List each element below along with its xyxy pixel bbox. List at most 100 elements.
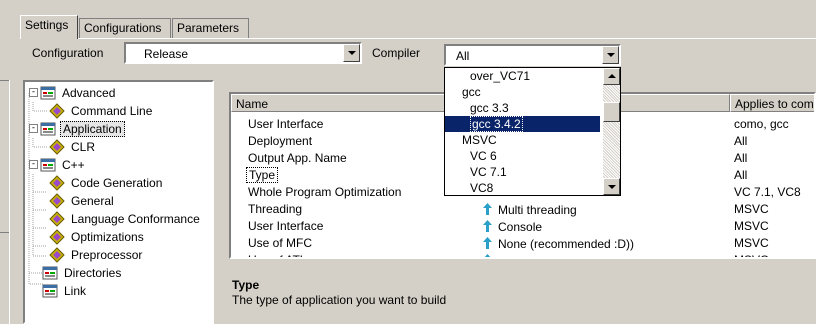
property-row[interactable]: User Interface Console MSVC [231, 218, 814, 235]
scroll-up-button[interactable] [603, 68, 620, 85]
compiler-option-label: over_VC71 [470, 69, 531, 83]
dropdown-scrollbar[interactable] [603, 68, 620, 195]
tree-item-label: Optimizations [71, 230, 144, 244]
tree-item-label: Code Generation [71, 176, 163, 190]
tab-parameters[interactable]: Parameters [172, 18, 249, 38]
property-applies-to: All [734, 134, 748, 148]
compiler-dropdown-list[interactable]: over_VC71gcc gcc 3.3 gcc 3.4.2 MSVC VC 6 VC 7… [444, 67, 621, 196]
compiler-option-label: MSVC [462, 133, 497, 147]
chevron-down-icon [348, 51, 356, 55]
settings-group-icon [40, 122, 56, 136]
compiler-option-label: gcc [462, 85, 481, 99]
compiler-option-label: VC 7.1 [470, 165, 507, 179]
left-panel-edge [0, 80, 9, 81]
chevron-down-icon [607, 53, 615, 57]
collapse-icon[interactable]: - [29, 124, 38, 133]
property-applies-to: VC 7.1, VC8 [734, 185, 801, 199]
configuration-label: Configuration [32, 46, 104, 60]
property-page-icon [49, 247, 65, 263]
tree-item-label: Preprocessor [71, 248, 143, 262]
scroll-down-button[interactable] [603, 178, 620, 195]
left-panel-edge-vertical [9, 80, 10, 324]
tree-item-cpp[interactable]: - C++ [29, 156, 209, 174]
compiler-option[interactable]: gcc 3.4.2 [445, 116, 600, 132]
tree-item-directories[interactable]: Directories [40, 264, 205, 282]
property-name: Threading [248, 202, 303, 216]
settings-group-icon [42, 284, 58, 298]
settings-tree[interactable]: - Advanced Command Line - Application CL… [23, 80, 214, 324]
property-page-icon [49, 229, 65, 245]
property-applies-to: como, gcc [734, 117, 789, 131]
property-name: Type [246, 167, 279, 183]
compiler-option[interactable]: over_VC71 [445, 68, 600, 84]
property-value-text: Multi threading [498, 203, 577, 217]
compiler-dropdown-button[interactable] [602, 46, 619, 64]
inherited-arrow-icon [483, 237, 492, 249]
property-row[interactable]: Threading Multi threading MSVC [231, 201, 814, 218]
column-header-applies-to[interactable]: Applies to com [730, 94, 814, 112]
compiler-label: Compiler [372, 46, 421, 60]
tab-divider [20, 38, 816, 39]
configuration-value: Release [144, 47, 189, 61]
property-applies-to: MSVC [734, 253, 769, 257]
compiler-option[interactable]: MSVC [445, 132, 600, 148]
tree-item-optimizations[interactable]: Optimizations [47, 228, 207, 246]
property-value[interactable]: Console [483, 219, 542, 234]
property-page-icon [49, 193, 65, 209]
column-header-name[interactable]: Name [231, 94, 477, 112]
compiler-option[interactable]: VC 6 [445, 148, 600, 164]
compiler-option[interactable]: VC8 [445, 180, 600, 195]
tree-item-command-line[interactable]: Command Line [47, 102, 207, 120]
tree-item-code-generation[interactable]: Code Generation [47, 174, 212, 192]
scroll-track[interactable] [603, 85, 620, 178]
scroll-thumb[interactable] [603, 102, 620, 122]
property-page-icon [49, 211, 65, 227]
tree-item-advanced[interactable]: - Advanced [29, 84, 209, 102]
property-row[interactable]: Use of ATL MSVC [231, 252, 814, 257]
configuration-combo[interactable]: Release [124, 42, 362, 64]
tab-configurations[interactable]: Configurations [79, 18, 171, 38]
tree-item-label: Advanced [62, 86, 116, 100]
compiler-option-label: gcc 3.4.2 [470, 116, 523, 132]
property-value[interactable]: Multi threading [483, 202, 577, 217]
compiler-option-label: VC 6 [470, 149, 497, 163]
tree-item-preprocessor[interactable]: Preprocessor [47, 246, 207, 264]
compiler-option[interactable]: gcc [445, 84, 600, 100]
property-value[interactable]: None (recommended :D)) [483, 236, 634, 251]
inherited-arrow-icon [484, 254, 491, 257]
compiler-option[interactable]: gcc 3.3 [445, 100, 600, 116]
property-applies-to: All [734, 168, 748, 182]
collapse-icon[interactable]: - [29, 88, 38, 97]
tree-item-language-conformance[interactable]: Language Conformance [47, 210, 212, 228]
tree-item-label: Directories [64, 266, 122, 280]
tree-item-clr[interactable]: CLR [47, 138, 207, 156]
property-page-icon [49, 103, 65, 119]
tree-item-label: General [71, 194, 114, 208]
compiler-combo[interactable]: All [444, 44, 621, 66]
property-name: Whole Program Optimization [248, 185, 402, 199]
settings-group-icon [42, 266, 58, 280]
description-title: Type [232, 278, 260, 292]
compiler-value: All [456, 49, 470, 63]
property-value[interactable] [483, 253, 498, 257]
tree-item-link[interactable]: Link [40, 282, 205, 300]
compiler-option-label: gcc 3.3 [470, 101, 509, 115]
description-text: The type of application you want to buil… [232, 293, 447, 307]
property-applies-to: All [734, 151, 748, 165]
settings-group-icon [40, 86, 56, 100]
collapse-icon[interactable]: - [29, 160, 38, 169]
property-name: Use of MFC [248, 236, 313, 250]
left-panel-edge-lower [0, 232, 9, 233]
compiler-option[interactable]: VC 7.1 [445, 164, 600, 180]
property-page-icon [49, 175, 65, 191]
chevron-down-icon [608, 185, 616, 189]
configuration-dropdown-button[interactable] [343, 44, 360, 62]
property-name: Deployment [248, 134, 313, 148]
tree-item-application[interactable]: - Application [29, 120, 209, 138]
tree-item-label: CLR [71, 140, 96, 154]
property-row[interactable]: Use of MFC None (recommended :D)) MSVC [231, 235, 814, 252]
settings-group-icon [40, 158, 56, 172]
property-value-text: None (recommended :D)) [498, 237, 635, 251]
tab-settings[interactable]: Settings [20, 15, 78, 39]
tree-item-general[interactable]: General [47, 192, 207, 210]
